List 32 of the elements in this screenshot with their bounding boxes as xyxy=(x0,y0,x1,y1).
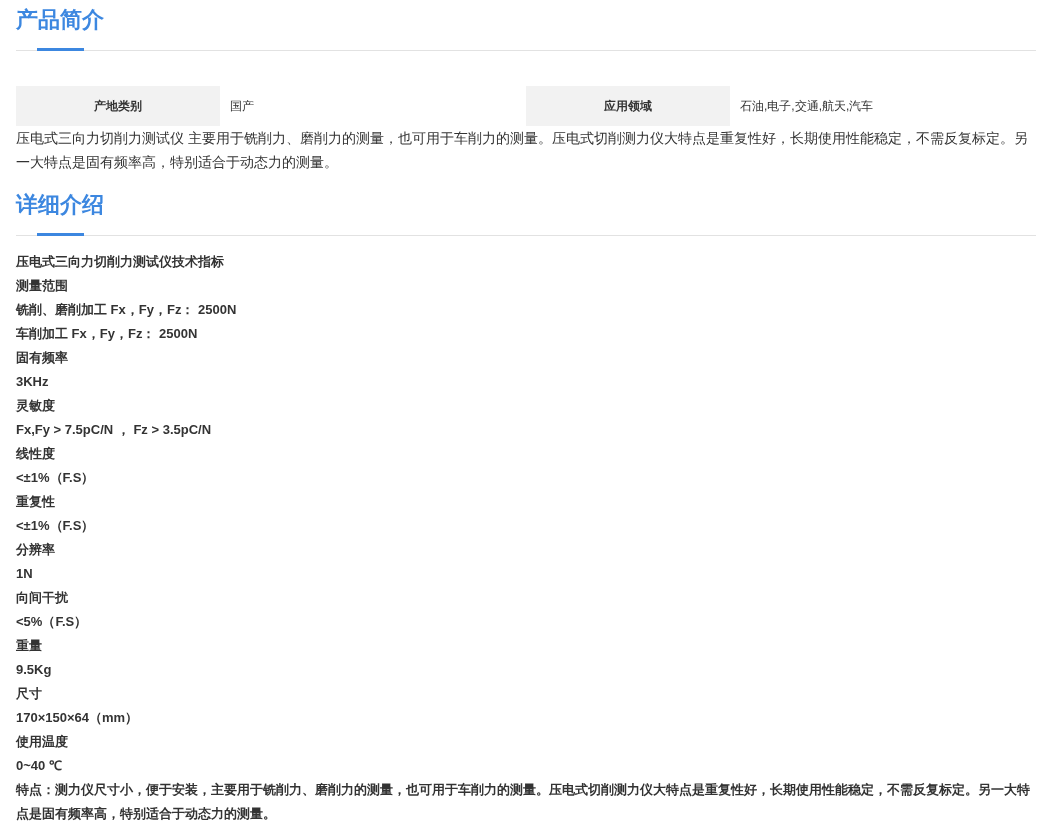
spec-line: <±1%（F.S） xyxy=(16,469,96,487)
spec-line: 重复性 xyxy=(16,493,56,511)
spec-line: 测量范围 xyxy=(16,277,69,295)
attribute-label: 产地类别 xyxy=(16,86,220,126)
spec-line: 尺寸 xyxy=(16,685,43,703)
attribute-label: 应用领域 xyxy=(526,86,730,126)
spec-line: 固有频率 xyxy=(16,349,69,367)
spec-line: <±1%（F.S） xyxy=(16,517,96,535)
heading-underline xyxy=(37,48,84,51)
spec-line: 重量 xyxy=(16,637,43,655)
spec-line: <5%（F.S） xyxy=(16,613,89,631)
spec-line: 分辨率 xyxy=(16,541,56,559)
spec-line: 铣削、磨削加工 Fx，Fy，Fz： 2500N xyxy=(16,301,238,319)
spec-line: 线性度 xyxy=(16,445,56,463)
spec-line: 170×150×64（mm） xyxy=(16,709,140,727)
section-heading: 详细介绍 xyxy=(16,191,104,219)
spec-line: 车削加工 Fx，Fy，Fz： 2500N xyxy=(16,325,199,343)
spec-line: 使用温度 xyxy=(16,733,69,751)
attribute-value: 石油,电子,交通,航天,汽车 xyxy=(739,98,875,115)
heading-underline xyxy=(37,233,84,236)
spec-line: 3KHz xyxy=(16,373,50,391)
spec-line: Fx,Fy > 7.5pC/N ， Fz > 3.5pC/N xyxy=(16,421,213,439)
section-heading: 产品简介 xyxy=(16,6,104,34)
spec-line: 9.5Kg xyxy=(16,661,53,679)
spec-line: 1N xyxy=(16,565,34,583)
spec-line: 压电式三向力切削力测试仪技术指标 xyxy=(16,253,225,271)
feature-paragraph: 特点：测力仪尺寸小，便于安装，主要用于铣削力、磨削力的测量，也可用于车削力的测量。压电式切削测力仪大特点是重复性好，长期使用性能稳定，不需反复标定。另一大特点是固有频率高，特别适合于动态力的测量。 xyxy=(16,781,1031,823)
spec-line: 向间干扰 xyxy=(16,589,69,607)
attribute-value: 国产 xyxy=(229,98,255,115)
spec-line: 0~40 ℃ xyxy=(16,757,63,775)
spec-line: 灵敏度 xyxy=(16,397,56,415)
intro-paragraph: 压电式三向力切削力测试仪 主要用于铣削力、磨削力的测量，也可用于车削力的测量。压电式切削测力仪大特点是重复性好，长期使用性能稳定，不需反复标定。另一大特点是固有频率高，特别适合于动态力的测量。 xyxy=(16,129,1029,172)
